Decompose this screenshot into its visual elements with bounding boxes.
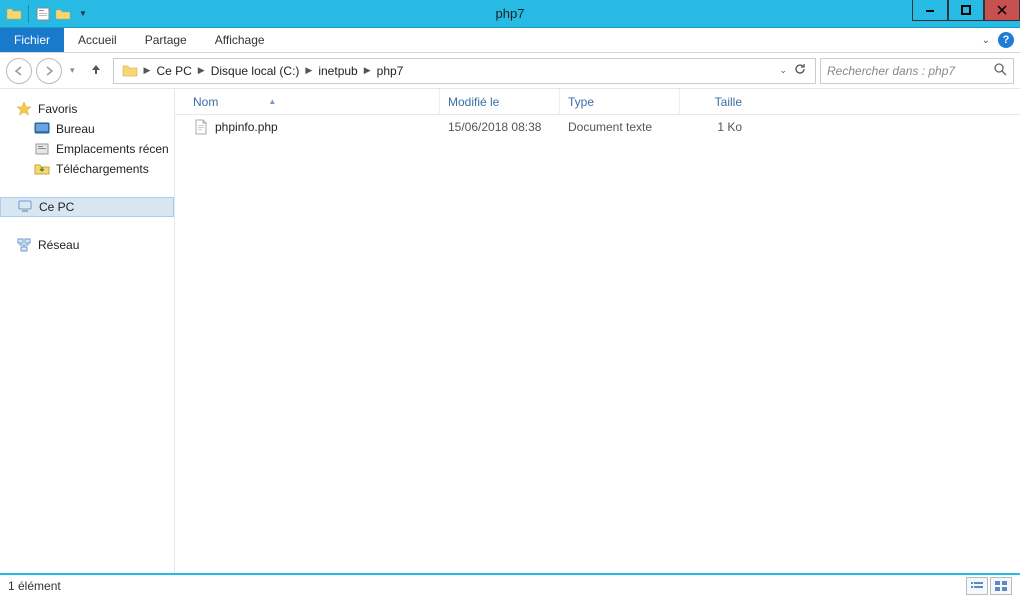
details-view-button[interactable]: [966, 577, 988, 595]
column-label: Modifié le: [448, 95, 499, 109]
search-box[interactable]: Rechercher dans : php7: [820, 58, 1014, 84]
file-list: phpinfo.php 15/06/2018 08:38 Document te…: [175, 115, 1020, 573]
tab-home[interactable]: Accueil: [64, 28, 131, 52]
column-headers: Nom ▲ Modifié le Type Taille: [175, 89, 1020, 115]
file-icon: [193, 119, 209, 135]
back-button[interactable]: [6, 58, 32, 84]
chevron-right-icon[interactable]: ▶: [305, 65, 312, 76]
column-label: Type: [568, 95, 594, 109]
sidebar-item-downloads[interactable]: Téléchargements: [0, 159, 174, 179]
search-icon[interactable]: [994, 63, 1007, 79]
item-count: 1 élément: [8, 579, 61, 593]
quick-access-toolbar: ▼: [0, 0, 91, 27]
address-bar[interactable]: ▶ Ce PC ▶ Disque local (C:) ▶ inetpub ▶ …: [113, 58, 816, 84]
tree-label: Ce PC: [39, 200, 74, 214]
column-name[interactable]: Nom ▲: [185, 89, 440, 114]
tree-label: Favoris: [38, 102, 77, 116]
window-controls: [912, 0, 1020, 27]
sidebar-item-desktop[interactable]: Bureau: [0, 119, 174, 139]
status-bar: 1 élément: [0, 573, 1020, 597]
up-button[interactable]: [83, 62, 109, 79]
tree-label: Bureau: [56, 122, 95, 136]
recent-icon: [34, 141, 50, 157]
chevron-right-icon[interactable]: ▶: [144, 65, 151, 76]
main-area: Favoris Bureau Emplacements récen Téléch…: [0, 89, 1020, 573]
tree-label: Emplacements récen: [56, 142, 169, 156]
star-icon: [16, 101, 32, 117]
breadcrumb-item[interactable]: php7: [373, 62, 408, 80]
computer-icon: [17, 199, 33, 215]
tree-label: Réseau: [38, 238, 79, 252]
ribbon-menu: Fichier Accueil Partage Affichage ⌄ ?: [0, 28, 1020, 53]
column-size[interactable]: Taille: [680, 89, 750, 114]
minimize-button[interactable]: [912, 0, 948, 21]
forward-button[interactable]: [36, 58, 62, 84]
favorites-node[interactable]: Favoris: [0, 99, 174, 119]
thumbnails-view-button[interactable]: [990, 577, 1012, 595]
file-type: Document texte: [560, 120, 680, 134]
history-dropdown-icon[interactable]: ▾: [66, 61, 79, 80]
file-name: phpinfo.php: [215, 120, 278, 134]
search-placeholder: Rechercher dans : php7: [827, 64, 955, 78]
window-title: php7: [496, 6, 525, 21]
sort-ascending-icon: ▲: [268, 97, 276, 106]
file-size: 1 Ko: [680, 120, 750, 134]
column-label: Taille: [715, 95, 742, 109]
refresh-icon[interactable]: [793, 62, 807, 79]
file-pane: Nom ▲ Modifié le Type Taille phpinfo.php…: [175, 89, 1020, 573]
qat-dropdown-icon[interactable]: ▼: [75, 6, 91, 22]
column-label: Nom: [193, 95, 218, 109]
tab-share[interactable]: Partage: [131, 28, 201, 52]
chevron-right-icon[interactable]: ▶: [364, 65, 371, 76]
tab-view[interactable]: Affichage: [201, 28, 279, 52]
properties-icon[interactable]: [35, 6, 51, 22]
breadcrumb-item[interactable]: inetpub: [314, 62, 361, 80]
thispc-node[interactable]: Ce PC: [0, 197, 174, 217]
close-button[interactable]: [984, 0, 1020, 21]
desktop-icon: [34, 121, 50, 137]
folder-icon: [6, 6, 22, 22]
file-tab[interactable]: Fichier: [0, 28, 64, 52]
maximize-button[interactable]: [948, 0, 984, 21]
address-dropdown-icon[interactable]: ⌄: [779, 65, 787, 76]
help-icon[interactable]: ?: [998, 32, 1014, 48]
network-node[interactable]: Réseau: [0, 235, 174, 255]
tree-label: Téléchargements: [56, 162, 149, 176]
new-folder-icon[interactable]: [55, 6, 71, 22]
column-modified[interactable]: Modifié le: [440, 89, 560, 114]
navigation-pane: Favoris Bureau Emplacements récen Téléch…: [0, 89, 175, 573]
downloads-icon: [34, 161, 50, 177]
breadcrumb-item[interactable]: Ce PC: [152, 62, 195, 80]
breadcrumb-item[interactable]: Disque local (C:): [207, 62, 304, 80]
title-bar: ▼ php7: [0, 0, 1020, 28]
network-icon: [16, 237, 32, 253]
folder-icon: [118, 61, 142, 81]
sidebar-item-recent[interactable]: Emplacements récen: [0, 139, 174, 159]
ribbon-expand-icon[interactable]: ⌄: [982, 35, 990, 46]
navigation-bar: ▾ ▶ Ce PC ▶ Disque local (C:) ▶ inetpub …: [0, 53, 1020, 89]
file-modified: 15/06/2018 08:38: [440, 120, 560, 134]
separator: [28, 5, 29, 23]
chevron-right-icon[interactable]: ▶: [198, 65, 205, 76]
column-type[interactable]: Type: [560, 89, 680, 114]
file-row[interactable]: phpinfo.php 15/06/2018 08:38 Document te…: [175, 115, 1020, 139]
